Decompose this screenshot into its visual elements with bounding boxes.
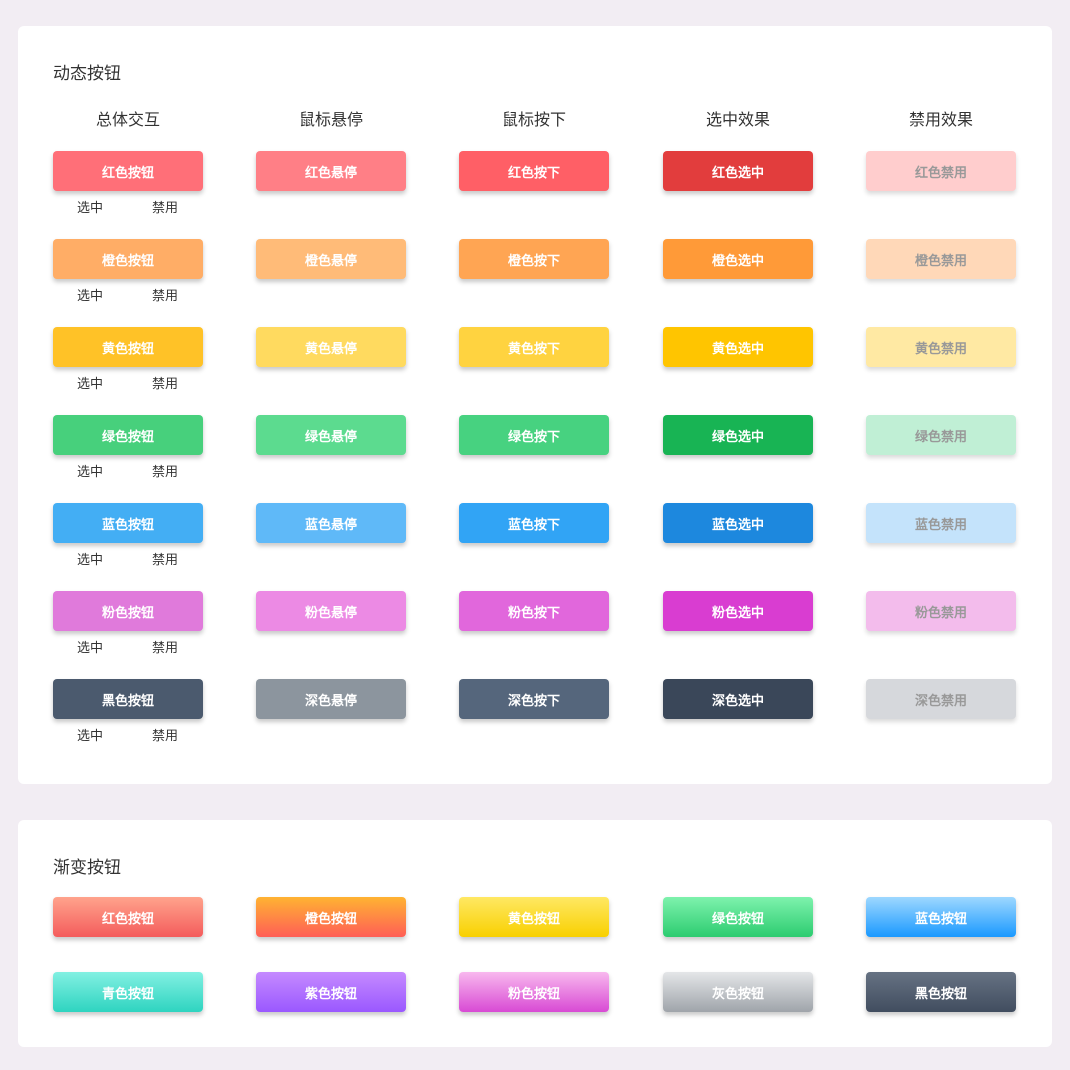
blue-select-link[interactable]: 选中 — [77, 549, 103, 568]
red-hover-button[interactable]: 红色悬停 — [256, 151, 406, 191]
gradient-buttons-title: 渐变按钮 — [53, 858, 121, 878]
dynamic-buttons-title: 动态按钮 — [53, 64, 121, 84]
orange-select-link[interactable]: 选中 — [77, 285, 103, 304]
dark-selected-button[interactable]: 深色选中 — [663, 679, 813, 719]
column-header: 鼠标按下 — [501, 110, 566, 129]
blue-button[interactable]: 蓝色按钮 — [53, 503, 203, 543]
orange-pressed-button[interactable]: 橙色按下 — [459, 239, 609, 279]
gradient-button[interactable]: 红色按钮 — [53, 897, 203, 937]
dark-disable-link[interactable]: 禁用 — [152, 725, 178, 744]
pink-selected-button[interactable]: 粉色选中 — [663, 591, 813, 631]
yellow-selected-button[interactable]: 黄色选中 — [663, 327, 813, 367]
orange-button[interactable]: 橙色按钮 — [53, 239, 203, 279]
gradient-button[interactable]: 绿色按钮 — [663, 897, 813, 937]
column-header: 禁用效果 — [908, 110, 973, 129]
dark-pressed-button[interactable]: 深色按下 — [459, 679, 609, 719]
red-pressed-button[interactable]: 红色按下 — [459, 151, 609, 191]
pink-select-link[interactable]: 选中 — [77, 637, 103, 656]
column-header: 鼠标悬停 — [298, 110, 363, 129]
red-select-link[interactable]: 选中 — [77, 197, 103, 216]
orange-selected-button[interactable]: 橙色选中 — [663, 239, 813, 279]
dynamic-buttons-panel: 动态按钮 总体交互 鼠标悬停 鼠标按下 选中效果 禁用效果 红色按钮 红色悬停 红色按下 红色… — [18, 26, 1052, 784]
green-hover-button[interactable]: 绿色悬停 — [256, 415, 406, 455]
red-selected-button[interactable]: 红色选中 — [663, 151, 813, 191]
green-selected-button[interactable]: 绿色选中 — [663, 415, 813, 455]
pink-pressed-button[interactable]: 粉色按下 — [459, 591, 609, 631]
yellow-disable-link[interactable]: 禁用 — [152, 373, 178, 392]
gradient-button[interactable]: 黄色按钮 — [459, 897, 609, 937]
red-disable-link[interactable]: 禁用 — [152, 197, 178, 216]
red-disabled-button: 红色禁用 — [866, 151, 1016, 191]
yellow-disabled-button: 黄色禁用 — [866, 327, 1016, 367]
blue-pressed-button[interactable]: 蓝色按下 — [459, 503, 609, 543]
blue-disabled-button: 蓝色禁用 — [866, 503, 1016, 543]
dark-button[interactable]: 黑色按钮 — [53, 679, 203, 719]
blue-hover-button[interactable]: 蓝色悬停 — [256, 503, 406, 543]
pink-disable-link[interactable]: 禁用 — [152, 637, 178, 656]
orange-disabled-button: 橙色禁用 — [866, 239, 1016, 279]
yellow-button[interactable]: 黄色按钮 — [53, 327, 203, 367]
green-disabled-button: 绿色禁用 — [866, 415, 1016, 455]
green-button[interactable]: 绿色按钮 — [53, 415, 203, 455]
yellow-pressed-button[interactable]: 黄色按下 — [459, 327, 609, 367]
gradient-buttons-panel: 渐变按钮 红色按钮 橙色按钮 黄色按钮 绿色按钮 蓝色按钮青色按钮 紫色按钮 粉色按钮 灰色按… — [18, 820, 1052, 1047]
dark-select-link[interactable]: 选中 — [77, 725, 103, 744]
red-button[interactable]: 红色按钮 — [53, 151, 203, 191]
gradient-button[interactable]: 青色按钮 — [53, 972, 203, 1012]
blue-selected-button[interactable]: 蓝色选中 — [663, 503, 813, 543]
dark-hover-button[interactable]: 深色悬停 — [256, 679, 406, 719]
column-header: 总体交互 — [95, 110, 160, 129]
pink-button[interactable]: 粉色按钮 — [53, 591, 203, 631]
yellow-select-link[interactable]: 选中 — [77, 373, 103, 392]
dark-disabled-button: 深色禁用 — [866, 679, 1016, 719]
pink-hover-button[interactable]: 粉色悬停 — [256, 591, 406, 631]
orange-hover-button[interactable]: 橙色悬停 — [256, 239, 406, 279]
blue-disable-link[interactable]: 禁用 — [152, 549, 178, 568]
gradient-button[interactable]: 紫色按钮 — [256, 972, 406, 1012]
gradient-button[interactable]: 粉色按钮 — [459, 972, 609, 1012]
column-header: 选中效果 — [705, 110, 770, 129]
green-select-link[interactable]: 选中 — [77, 461, 103, 480]
green-pressed-button[interactable]: 绿色按下 — [459, 415, 609, 455]
gradient-button[interactable]: 橙色按钮 — [256, 897, 406, 937]
green-disable-link[interactable]: 禁用 — [152, 461, 178, 480]
gradient-button[interactable]: 灰色按钮 — [663, 972, 813, 1012]
pink-disabled-button: 粉色禁用 — [866, 591, 1016, 631]
gradient-button[interactable]: 蓝色按钮 — [866, 897, 1016, 937]
gradient-button[interactable]: 黑色按钮 — [866, 972, 1016, 1012]
orange-disable-link[interactable]: 禁用 — [152, 285, 178, 304]
yellow-hover-button[interactable]: 黄色悬停 — [256, 327, 406, 367]
